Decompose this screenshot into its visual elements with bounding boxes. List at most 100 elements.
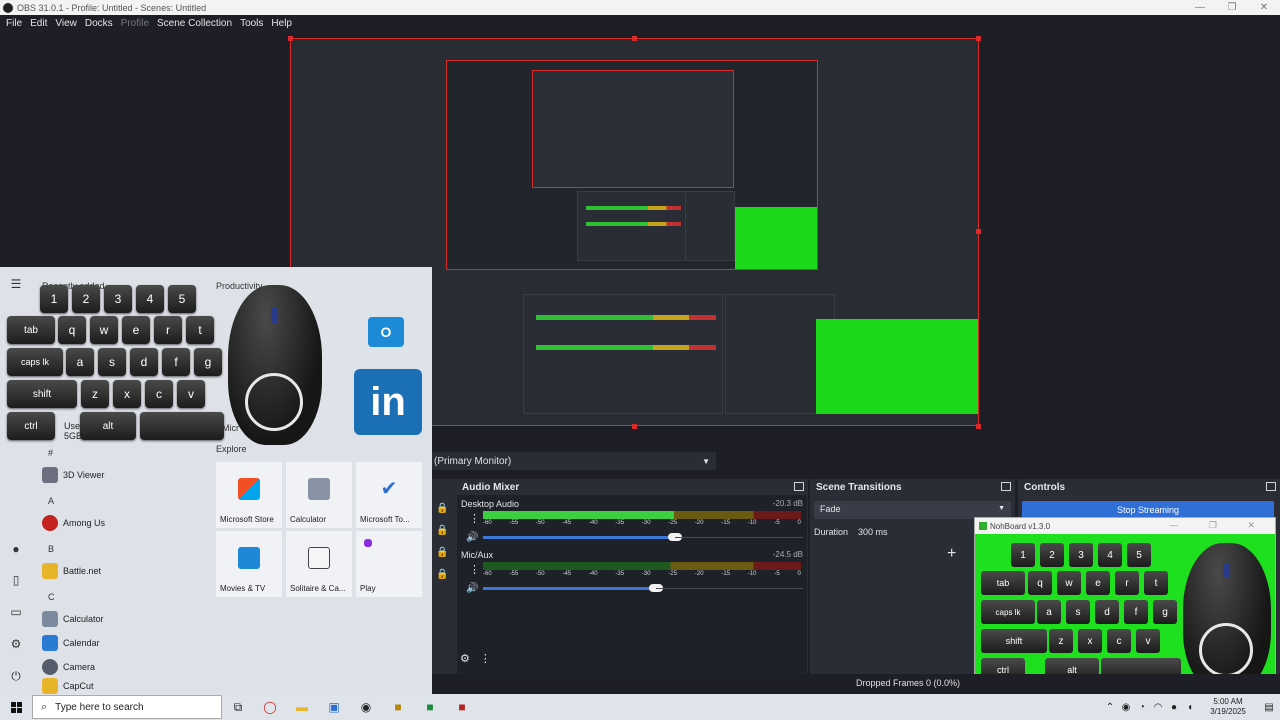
letter-a[interactable]: A: [48, 496, 54, 506]
nohboard-title: NohBoard v1.3.0: [990, 521, 1051, 531]
speaker-icon[interactable]: 🔊: [466, 532, 478, 543]
app-among-us[interactable]: Among Us: [42, 512, 105, 534]
app-3d-viewer[interactable]: 3D Viewer: [42, 464, 104, 486]
lock-icon[interactable]: 🔒: [436, 569, 448, 580]
key-space: [140, 412, 224, 440]
task-view-icon[interactable]: ⧉: [222, 694, 254, 720]
power-icon[interactable]: ⏻: [8, 669, 24, 685]
status-bar: Dropped Frames 0 (0.0%): [432, 674, 1280, 694]
taskbar-search[interactable]: ⌕ Type here to search: [32, 695, 222, 719]
key-1: 1: [40, 285, 68, 313]
app-icon[interactable]: ■: [382, 694, 414, 720]
duration-field[interactable]: 300 ms: [858, 527, 888, 537]
letter-b[interactable]: B: [48, 544, 54, 554]
menu-view[interactable]: View: [51, 18, 81, 29]
tile-microsoft-store[interactable]: Microsoft Store: [216, 462, 282, 528]
tile-movies-tv[interactable]: Movies & TV: [216, 531, 282, 597]
key-v: v: [177, 380, 205, 408]
undock-icon[interactable]: [1266, 482, 1276, 491]
key-x: x: [1078, 629, 1102, 653]
gear-icon[interactable]: ⚙: [460, 652, 470, 665]
meter-level: [483, 515, 674, 519]
microphone-icon[interactable]: ●: [1166, 702, 1182, 713]
menu-edit[interactable]: Edit: [26, 18, 51, 29]
kebab-menu-icon[interactable]: ⋮: [469, 512, 480, 525]
letter-c[interactable]: C: [48, 592, 55, 602]
app-calculator[interactable]: Calculator: [42, 608, 104, 630]
kebab-menu-icon[interactable]: ⋮: [480, 652, 491, 665]
menu-docks[interactable]: Docks: [81, 18, 117, 29]
media-icon[interactable]: ◉: [1118, 702, 1134, 713]
settings-icon[interactable]: ⚙: [8, 637, 24, 653]
nohboard-taskbar-icon[interactable]: ■: [414, 694, 446, 720]
obs-icon[interactable]: ◉: [350, 694, 382, 720]
hamburger-icon[interactable]: ☰: [8, 277, 24, 293]
key-v: v: [1136, 629, 1160, 653]
menu-help[interactable]: Help: [267, 18, 296, 29]
tile-microsoft-todo[interactable]: ✔ Microsoft To...: [356, 462, 422, 528]
windows-start-icon[interactable]: [0, 694, 32, 720]
resize-handle[interactable]: [976, 424, 981, 429]
app-icon[interactable]: ■: [446, 694, 478, 720]
key-2: 2: [1040, 543, 1064, 567]
key-a: a: [1037, 600, 1061, 624]
lock-icon[interactable]: 🔒: [436, 525, 448, 536]
menu-file[interactable]: File: [2, 18, 26, 29]
key-caps-lock: caps lk: [7, 348, 63, 376]
minimize-button[interactable]: —: [1184, 2, 1216, 13]
preview-nohboard: [816, 319, 978, 414]
mouse-wheel: [271, 307, 278, 323]
key-4: 4: [136, 285, 164, 313]
resize-handle[interactable]: [288, 36, 293, 41]
network-icon[interactable]: ◔: [1134, 702, 1150, 713]
volume-slider[interactable]: [483, 584, 803, 592]
menu-tools[interactable]: Tools: [236, 18, 267, 29]
user-icon[interactable]: ●: [8, 542, 24, 558]
volume-icon[interactable]: ◖: [1182, 702, 1198, 713]
linkedin-icon[interactable]: in: [354, 369, 422, 435]
key-5: 5: [168, 285, 196, 313]
menu-scene-collection[interactable]: Scene Collection: [153, 18, 236, 29]
close-button[interactable]: ✕: [1248, 2, 1280, 13]
maximize-button[interactable]: ❐: [1216, 2, 1248, 13]
checkmark-icon: ✔: [380, 478, 398, 500]
letter-hash[interactable]: #: [48, 448, 53, 458]
nohboard-window[interactable]: NohBoard v1.3.0 — ❐ ✕ 1 2 3 4 5 tab q w …: [974, 517, 1276, 693]
resize-handle[interactable]: [632, 424, 637, 429]
app-battle-net[interactable]: Battle.net: [42, 560, 202, 582]
add-icon[interactable]: +: [947, 545, 956, 563]
key-4: 4: [1098, 543, 1122, 567]
nohboard-window-controls[interactable]: — ❐ ✕: [1169, 520, 1269, 531]
chevron-up-icon[interactable]: ⌃: [1102, 702, 1118, 713]
key-3: 3: [1069, 543, 1093, 567]
undock-icon[interactable]: [794, 482, 804, 491]
nested-transitions: [685, 191, 735, 261]
undock-icon[interactable]: [1001, 482, 1011, 491]
app-calendar[interactable]: Calendar: [42, 632, 100, 654]
browser-icon[interactable]: ▣: [318, 694, 350, 720]
key-c: c: [1107, 629, 1131, 653]
tile-play[interactable]: Play: [356, 531, 422, 597]
menu-profile[interactable]: Profile: [117, 18, 153, 29]
opera-icon[interactable]: ◯: [254, 694, 286, 720]
source-select[interactable]: (Primary Monitor) ▼: [432, 452, 716, 470]
resize-handle[interactable]: [976, 36, 981, 41]
tile-calculator[interactable]: Calculator: [286, 462, 352, 528]
kebab-menu-icon[interactable]: ⋮: [469, 563, 480, 576]
search-placeholder: Type here to search: [55, 701, 144, 713]
outlook-icon[interactable]: O: [368, 317, 404, 347]
speaker-icon[interactable]: 🔊: [466, 583, 478, 594]
clock[interactable]: 5:00 AM 3/19/2025: [1198, 697, 1258, 717]
pictures-icon[interactable]: ▭: [8, 605, 24, 621]
key-2: 2: [72, 285, 100, 313]
tile-solitaire[interactable]: Solitaire & Ca...: [286, 531, 352, 597]
wifi-icon[interactable]: ◠: [1150, 702, 1166, 713]
resize-handle[interactable]: [632, 36, 637, 41]
documents-icon[interactable]: ▯: [8, 573, 24, 589]
file-explorer-icon[interactable]: ▬: [286, 694, 318, 720]
resize-handle[interactable]: [976, 229, 981, 234]
lock-icon[interactable]: 🔒: [436, 503, 448, 514]
notifications-icon[interactable]: ▤: [1258, 702, 1280, 713]
lock-icon[interactable]: 🔒: [436, 547, 448, 558]
volume-slider[interactable]: [483, 533, 803, 541]
